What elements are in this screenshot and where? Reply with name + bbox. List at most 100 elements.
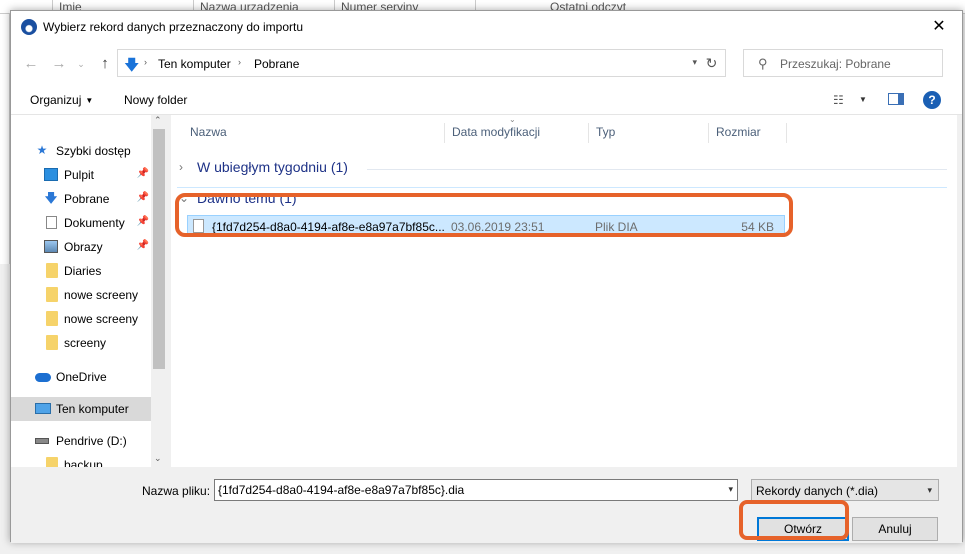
group-label: Dawno temu (1) [197,190,297,206]
sidebar-item-label: Dokumenty [64,216,125,230]
column-header-name[interactable]: Nazwa [183,123,445,143]
view-options-icon[interactable]: ☷ [833,93,844,107]
folder-icon [46,263,58,278]
cloud-icon [35,373,51,382]
filename-input[interactable] [218,482,714,498]
sidebar-item-nowe-screeny[interactable]: nowe screeny [11,283,151,307]
search-box[interactable]: ⚲ [743,49,943,77]
file-icon [193,219,204,233]
chevron-right-icon: › [179,160,183,174]
column-header-date[interactable]: Data modyfikacji [445,123,589,143]
group-label: W ubiegłym tygodniu (1) [197,159,348,175]
search-icon: ⚲ [758,56,768,71]
sidebar-item-this-pc[interactable]: Ten komputer [11,397,151,421]
breadcrumb-downloads[interactable]: Pobrane [254,57,299,71]
back-arrow-icon[interactable]: ← [21,55,41,72]
sidebar-item-pendrive[interactable]: Pendrive (D:) [11,429,151,453]
sidebar-item-desktop[interactable]: Pulpit 📌 [11,163,151,187]
column-header-type[interactable]: Typ [589,123,709,143]
new-folder-button[interactable]: Nowy folder [124,93,187,107]
toolbar: Organizuj ▼ Nowy folder ☷ ▼ ? [11,85,962,115]
open-file-dialog: Wybierz rekord danych przeznaczony do im… [10,10,963,543]
sidebar-item-label: nowe screeny [64,288,139,302]
open-button[interactable]: Otwórz [757,517,849,541]
file-type: Plik DIA [595,220,638,234]
sidebar-item-label: Szybki dostęp [56,144,131,158]
filename-label: Nazwa pliku: [142,484,211,498]
group-header-long-ago[interactable]: ⌄ Dawno temu (1) [177,187,947,213]
pin-icon[interactable]: 📌 [137,168,149,179]
sidebar-item-screeny[interactable]: screeny [11,331,151,355]
folder-icon [46,311,58,326]
folder-icon [46,457,58,467]
filename-combobox[interactable]: ▾ [214,479,738,501]
folder-icon [46,287,58,302]
file-size: 54 KB [741,220,774,234]
column-header-size[interactable]: Rozmiar [709,123,787,143]
sidebar-item-label: Diaries [64,264,102,278]
up-arrow-icon[interactable]: ↑ [95,55,115,72]
sidebar-item-label: Pobrane [64,192,110,206]
search-input[interactable] [780,54,938,74]
background-sidebar [0,14,10,264]
sidebar-item-nowe-screeny-2[interactable]: nowe screeny [11,307,151,331]
file-type-filter-select[interactable]: Rekordy danych (*.dia) ▾ [751,479,939,501]
recent-locations-chevron-icon[interactable]: ⌄ [71,59,91,70]
file-date: 03.06.2019 23:51 [451,220,545,234]
breadcrumb-this-pc[interactable]: Ten komputer [158,57,231,71]
sidebar-item-backup[interactable]: backup [11,453,151,467]
chevron-down-icon[interactable]: ▾ [728,484,733,495]
cancel-button[interactable]: Anuluj [852,517,938,541]
table-row[interactable]: {1fd7d254-d8a0-4194-af8e-e8a97a7bf85c...… [187,215,785,237]
nav-scrollbar[interactable]: ⌃ ⌄ [151,115,167,467]
chevron-up-icon[interactable]: ⌃ [154,115,162,126]
sidebar-item-label: Ten komputer [56,402,129,416]
forward-arrow-icon[interactable]: → [49,55,69,72]
desktop-icon [44,168,58,181]
help-icon[interactable]: ? [923,91,941,109]
nav-scrollbar-thumb[interactable] [153,129,165,369]
sidebar-item-label: nowe screeny [64,312,139,326]
dialog-title: Wybierz rekord danych przeznaczony do im… [43,20,304,34]
chevron-down-icon: ⌄ [179,191,190,205]
group-divider [367,169,947,170]
sidebar-item-label: OneDrive [56,370,107,384]
pictures-icon [44,240,58,253]
breadcrumb-separator-icon[interactable]: › [238,57,241,67]
sidebar-item-label: screeny [64,336,107,350]
sidebar-item-quick-access[interactable]: ★ Szybki dostęp [11,139,151,163]
organize-button[interactable]: Organizuj ▼ [30,93,93,107]
close-button[interactable]: ✕ [916,11,962,43]
chevron-down-icon[interactable]: ▼ [859,95,867,104]
app-logo-icon [21,19,37,35]
dialog-bottom-bar: Nazwa pliku: ▾ Rekordy danych (*.dia) ▾ … [11,467,962,543]
sidebar-item-label: Pulpit [64,168,95,182]
sidebar-item-documents[interactable]: Dokumenty 📌 [11,211,151,235]
sidebar-item-label: Obrazy [64,240,103,254]
chevron-down-icon[interactable]: ⌄ [154,453,162,464]
drive-icon [35,438,49,444]
document-icon [46,216,57,229]
group-header-last-week[interactable]: › W ubiegłym tygodniu (1) [177,157,947,181]
address-bar[interactable]: 🡇 › Ten komputer › Pobrane ▾ [117,49,708,77]
sidebar-item-diaries[interactable]: Diaries [11,259,151,283]
chevron-down-icon: ▾ [927,485,932,495]
address-row: ← → ⌄ ↑ 🡇 › Ten komputer › Pobrane ▾ ↻ ⚲ [11,43,962,85]
download-icon: 🡇 [44,191,58,205]
chevron-down-icon: ▼ [85,96,94,105]
chevron-down-icon[interactable]: ▾ [692,57,697,68]
navigation-pane: ★ Szybki dostęp Pulpit 📌 🡇 Pobrane 📌 Dok… [11,115,167,467]
pin-icon[interactable]: 📌 [137,216,149,227]
organize-label: Organizuj [30,93,82,107]
sidebar-item-onedrive[interactable]: OneDrive [11,365,151,389]
sidebar-item-pictures[interactable]: Obrazy 📌 [11,235,151,259]
breadcrumb-separator-icon[interactable]: › [144,57,147,67]
download-folder-icon: 🡇 [124,57,140,74]
pin-icon[interactable]: 📌 [137,192,149,203]
sidebar-item-downloads[interactable]: 🡇 Pobrane 📌 [11,187,151,211]
pin-icon[interactable]: 📌 [137,240,149,251]
refresh-button[interactable]: ↻ [698,49,726,77]
preview-pane-icon[interactable] [888,93,904,105]
file-name: {1fd7d254-d8a0-4194-af8e-e8a97a7bf85c... [212,220,445,234]
folder-icon [46,335,58,350]
